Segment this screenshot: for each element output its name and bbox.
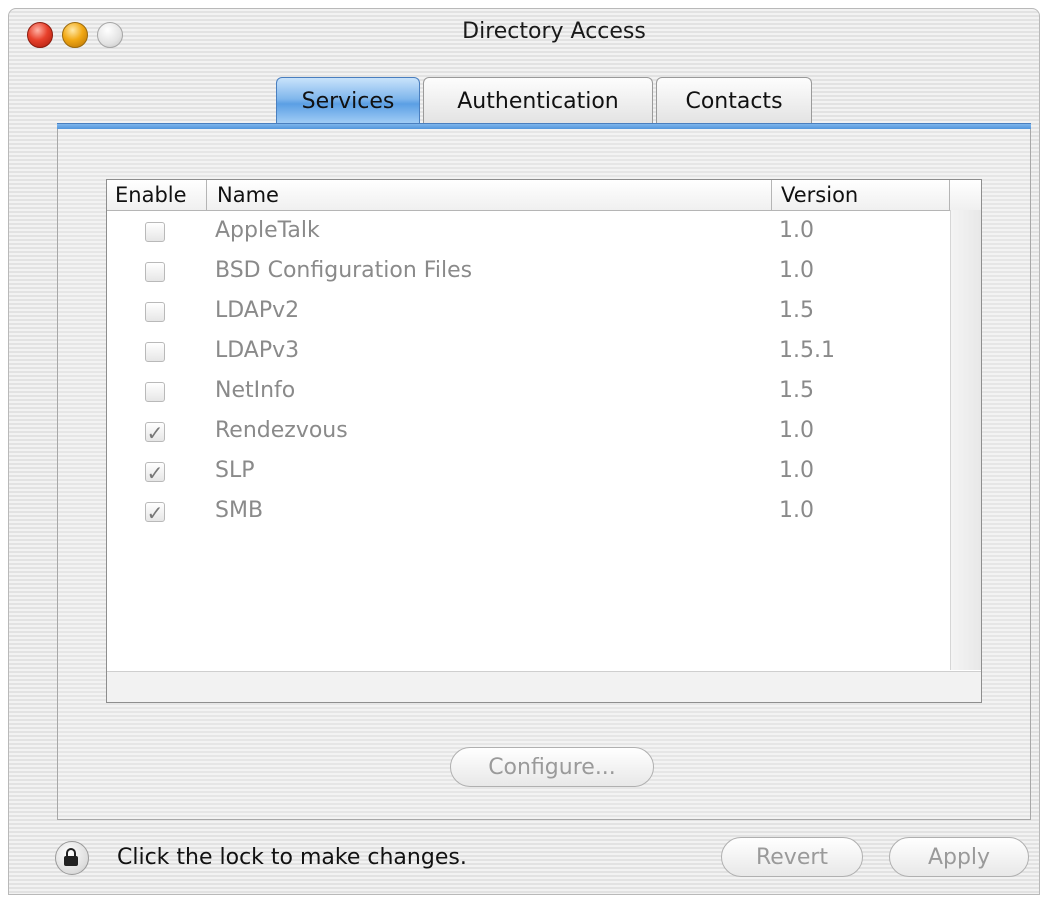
table-row[interactable]: NetInfo 1.5	[107, 372, 949, 412]
revert-button[interactable]: Revert	[721, 837, 863, 877]
table-header: Enable Name Version	[107, 180, 981, 211]
service-version: 1.0	[779, 498, 814, 523]
service-name: BSD Configuration Files	[215, 258, 473, 283]
footer-bar: Click the lock to make changes. Revert A…	[9, 827, 1039, 887]
service-name: LDAPv3	[215, 338, 300, 363]
services-panel: Enable Name Version AppleTalk 1.0 BSD Co…	[57, 129, 1031, 820]
column-header-name[interactable]: Name	[217, 180, 279, 210]
enable-checkbox[interactable]	[145, 342, 165, 362]
service-version: 1.5.1	[779, 338, 835, 363]
lock-icon[interactable]	[55, 841, 89, 875]
enable-checkbox[interactable]	[145, 262, 165, 282]
service-name: LDAPv2	[215, 298, 300, 323]
horizontal-scrollbar[interactable]	[107, 671, 981, 702]
column-header-version[interactable]: Version	[781, 180, 858, 210]
checkmark-icon: ✓	[146, 421, 164, 445]
column-divider[interactable]	[206, 180, 207, 210]
enable-checkbox[interactable]: ✓	[145, 461, 165, 485]
column-divider	[949, 180, 950, 210]
service-name: NetInfo	[215, 378, 296, 403]
directory-access-window: Directory Access Services Authentication…	[8, 8, 1040, 895]
table-row[interactable]: ✓ Rendezvous 1.0	[107, 412, 949, 452]
window-title: Directory Access	[462, 19, 646, 44]
service-name: AppleTalk	[215, 218, 320, 243]
enable-checkbox[interactable]	[145, 222, 165, 242]
checkmark-icon: ✓	[146, 461, 164, 485]
vertical-scrollbar[interactable]	[950, 210, 981, 670]
table-row[interactable]: LDAPv2 1.5	[107, 292, 949, 332]
service-version: 1.0	[779, 458, 814, 483]
table-row[interactable]: ✓ SLP 1.0	[107, 452, 949, 492]
enable-checkbox[interactable]	[145, 302, 165, 322]
table-row[interactable]: LDAPv3 1.5.1	[107, 332, 949, 372]
apply-button[interactable]: Apply	[889, 837, 1029, 877]
column-divider[interactable]	[771, 180, 772, 210]
table-row[interactable]: AppleTalk 1.0	[107, 212, 949, 252]
configure-button[interactable]: Configure...	[450, 747, 654, 787]
column-header-enable[interactable]: Enable	[115, 180, 187, 210]
tab-authentication[interactable]: Authentication	[423, 77, 653, 125]
service-version: 1.0	[779, 258, 814, 283]
enable-checkbox[interactable]	[145, 382, 165, 402]
tab-services[interactable]: Services	[276, 77, 420, 125]
lock-message: Click the lock to make changes.	[117, 845, 467, 870]
services-table: Enable Name Version AppleTalk 1.0 BSD Co…	[106, 179, 982, 703]
enable-checkbox[interactable]: ✓	[145, 501, 165, 525]
service-name: Rendezvous	[215, 418, 348, 443]
service-version: 1.0	[779, 418, 814, 443]
service-version: 1.5	[779, 298, 814, 323]
enable-checkbox[interactable]: ✓	[145, 421, 165, 445]
title-bar[interactable]: Directory Access	[9, 9, 1039, 53]
service-version: 1.0	[779, 218, 814, 243]
service-version: 1.5	[779, 378, 814, 403]
table-row[interactable]: ✓ SMB 1.0	[107, 492, 949, 532]
service-name: SMB	[215, 498, 264, 523]
table-row[interactable]: BSD Configuration Files 1.0	[107, 252, 949, 292]
checkmark-icon: ✓	[146, 501, 164, 525]
tab-contacts[interactable]: Contacts	[656, 77, 812, 125]
lock-body	[64, 856, 78, 866]
service-name: SLP	[215, 458, 255, 483]
